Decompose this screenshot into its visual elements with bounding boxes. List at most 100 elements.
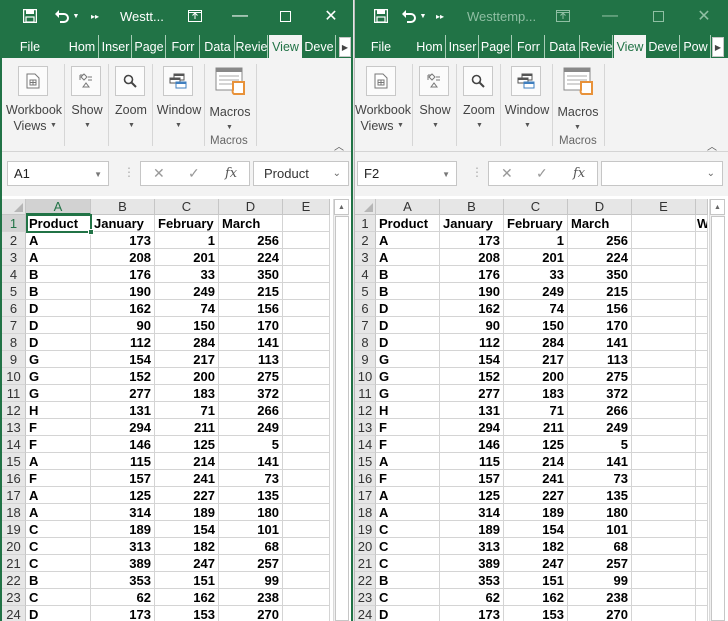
data-cell[interactable]: A: [376, 232, 440, 249]
data-cell[interactable]: 214: [504, 453, 568, 470]
header-cell[interactable]: Product: [376, 215, 440, 232]
data-cell-f[interactable]: [696, 470, 708, 487]
data-cell[interactable]: A: [26, 504, 91, 521]
data-cell[interactable]: 71: [155, 402, 219, 419]
window-button[interactable]: Window ▼: [155, 62, 203, 146]
data-cell[interactable]: 152: [440, 368, 504, 385]
data-cell[interactable]: 162: [504, 589, 568, 606]
data-cell[interactable]: D: [26, 317, 91, 334]
data-cell[interactable]: 5: [219, 436, 283, 453]
row-header-24[interactable]: 24: [355, 606, 376, 621]
show-button[interactable]: Show ▼: [415, 62, 455, 146]
data-cell-f[interactable]: [696, 334, 708, 351]
data-cell[interactable]: B: [26, 266, 91, 283]
enter-icon[interactable]: ✓: [536, 165, 548, 182]
row-header-19[interactable]: 19: [355, 521, 376, 538]
data-cell[interactable]: 125: [91, 487, 155, 504]
data-cell[interactable]: [283, 232, 330, 249]
data-cell[interactable]: [283, 300, 330, 317]
data-cell[interactable]: 99: [219, 572, 283, 589]
data-cell[interactable]: [283, 385, 330, 402]
header-cell[interactable]: Product: [26, 215, 91, 232]
data-cell[interactable]: 372: [568, 385, 632, 402]
data-cell[interactable]: 99: [568, 572, 632, 589]
data-cell[interactable]: 183: [155, 385, 219, 402]
cancel-icon[interactable]: ✕: [501, 165, 513, 182]
data-cell[interactable]: F: [376, 436, 440, 453]
column-header-c[interactable]: C: [155, 199, 219, 215]
data-cell-f[interactable]: [696, 249, 708, 266]
data-cell[interactable]: 257: [568, 555, 632, 572]
data-cell[interactable]: F: [26, 470, 91, 487]
row-header-4[interactable]: 4: [355, 266, 376, 283]
data-cell[interactable]: A: [26, 453, 91, 470]
data-cell[interactable]: 350: [219, 266, 283, 283]
row-header-6[interactable]: 6: [355, 300, 376, 317]
row-header-7[interactable]: 7: [2, 317, 26, 334]
data-cell-f[interactable]: [696, 538, 708, 555]
data-cell[interactable]: 131: [91, 402, 155, 419]
fill-handle[interactable]: [88, 229, 94, 235]
data-cell[interactable]: 266: [219, 402, 283, 419]
data-cell[interactable]: 150: [155, 317, 219, 334]
data-cell[interactable]: 154: [504, 521, 568, 538]
data-cell[interactable]: 5: [568, 436, 632, 453]
row-header-22[interactable]: 22: [355, 572, 376, 589]
row-header-22[interactable]: 22: [2, 572, 26, 589]
row-header-1[interactable]: 1: [355, 215, 376, 232]
tab-power-pivot[interactable]: Pow: [681, 35, 711, 58]
data-cell[interactable]: 90: [91, 317, 155, 334]
data-cell-f[interactable]: [696, 453, 708, 470]
data-cell[interactable]: 113: [568, 351, 632, 368]
data-cell-f[interactable]: [696, 436, 708, 453]
data-cell[interactable]: 189: [155, 504, 219, 521]
data-cell[interactable]: 141: [219, 453, 283, 470]
data-cell[interactable]: 189: [440, 521, 504, 538]
header-cell[interactable]: March: [568, 215, 632, 232]
tab-developer[interactable]: Deve: [303, 35, 336, 58]
tab-developer[interactable]: Deve: [647, 35, 680, 58]
data-cell[interactable]: G: [26, 351, 91, 368]
data-cell[interactable]: [632, 351, 696, 368]
data-cell[interactable]: D: [376, 606, 440, 621]
data-cell[interactable]: [632, 317, 696, 334]
data-cell[interactable]: A: [376, 487, 440, 504]
data-cell[interactable]: [632, 232, 696, 249]
data-cell[interactable]: 350: [568, 266, 632, 283]
data-cell[interactable]: 227: [504, 487, 568, 504]
data-cell[interactable]: 113: [219, 351, 283, 368]
data-cell[interactable]: 135: [219, 487, 283, 504]
tabs-scroll-right-icon[interactable]: ▶: [712, 37, 724, 57]
enter-icon[interactable]: ✓: [188, 165, 200, 182]
data-cell[interactable]: 125: [440, 487, 504, 504]
tab-file[interactable]: File: [10, 35, 50, 58]
drag-handle-icon[interactable]: ⋮: [471, 165, 483, 179]
workbook-views-button[interactable]: Workbook Views ▼: [6, 62, 62, 146]
data-cell[interactable]: 182: [155, 538, 219, 555]
data-cell[interactable]: D: [26, 334, 91, 351]
data-cell[interactable]: [283, 504, 330, 521]
column-header-a[interactable]: A: [376, 199, 440, 215]
row-header-18[interactable]: 18: [355, 504, 376, 521]
scroll-up-arrow-icon[interactable]: ▲: [334, 199, 349, 215]
data-cell[interactable]: 125: [155, 436, 219, 453]
data-cell[interactable]: 189: [91, 521, 155, 538]
data-cell[interactable]: [283, 266, 330, 283]
tab-data[interactable]: Data: [201, 35, 235, 58]
data-cell[interactable]: [283, 538, 330, 555]
data-cell[interactable]: [632, 521, 696, 538]
spreadsheet-grid[interactable]: A B C D E 1 Product January February March 2 A 173 1 2…: [2, 196, 351, 621]
drag-handle-icon[interactable]: ⋮: [123, 165, 135, 179]
data-cell[interactable]: C: [376, 589, 440, 606]
row-header-13[interactable]: 13: [2, 419, 26, 436]
data-cell-f[interactable]: [696, 300, 708, 317]
data-cell[interactable]: G: [376, 385, 440, 402]
header-cell[interactable]: February: [504, 215, 568, 232]
data-cell[interactable]: 33: [504, 266, 568, 283]
row-header-17[interactable]: 17: [2, 487, 26, 504]
maximize-button[interactable]: [643, 4, 673, 28]
column-header-e[interactable]: E: [632, 199, 696, 215]
data-cell[interactable]: [283, 419, 330, 436]
data-cell[interactable]: [632, 453, 696, 470]
data-cell[interactable]: 180: [219, 504, 283, 521]
